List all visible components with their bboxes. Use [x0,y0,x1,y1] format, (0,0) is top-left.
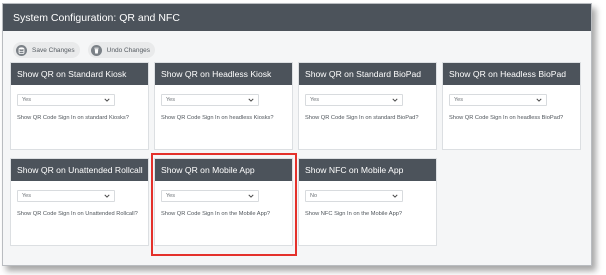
qr-headless-biopad-select[interactable]: Yes [449,94,547,106]
undo-changes-button[interactable]: Undo Changes [87,42,156,58]
qr-standard-kiosk-select[interactable]: Yes [17,94,115,106]
qr-standard-biopad-select[interactable]: Yes [305,94,403,106]
select-value: Yes [310,97,319,103]
chevron-down-icon [392,194,398,198]
chevron-down-icon [104,98,110,102]
card-qr-unattended-rollcall: Show QR on Unattended Rollcall Yes Show … [10,158,149,246]
select-value: No [310,193,318,199]
undo-changes-label: Undo Changes [106,46,151,54]
page-title-bar: System Configuration: QR and NFC [3,4,591,31]
select-value: Yes [22,193,31,199]
card-description: Show QR Code Sign In on headless Kiosks? [161,115,274,121]
card-qr-headless-kiosk: Show QR on Headless Kiosk Yes Show QR Co… [154,62,293,150]
nfc-mobile-app-select[interactable]: No [305,190,403,202]
card-qr-standard-biopad: Show QR on Standard BioPad Yes Show QR C… [298,62,437,150]
select-value: Yes [22,97,31,103]
card-title: Show QR on Unattended Rollcall [11,159,148,181]
card-description: Show NFC Sign In on the Mobile App? [305,211,403,217]
toolbar: Save Changes Undo Changes [3,37,591,63]
chevron-down-icon [392,98,398,102]
card-title: Show QR on Standard Kiosk [11,63,148,85]
card-description: Show QR Code Sign In on standard BioPad? [305,115,419,121]
card-description: Show QR Code Sign In on standard Kiosks? [17,115,129,121]
select-value: Yes [454,97,463,103]
card-title: Show QR on Headless Kiosk [155,63,292,85]
select-value: Yes [166,97,175,103]
card-title: Show QR on Standard BioPad [299,63,436,85]
page-title: System Configuration: QR and NFC [13,11,180,24]
card-qr-headless-biopad: Show QR on Headless BioPad Yes Show QR C… [442,62,581,150]
chevron-down-icon [104,194,110,198]
card-nfc-mobile-app: Show NFC on Mobile App No Show NFC Sign … [298,158,437,246]
save-changes-label: Save Changes [32,46,75,54]
save-changes-button[interactable]: Save Changes [13,42,80,58]
chevron-down-icon [248,98,254,102]
chevron-down-icon [536,98,542,102]
trash-icon [90,44,102,56]
database-icon [16,44,27,56]
card-description: Show QR Code Sign In on headless BioPad? [449,115,564,121]
qr-unattended-rollcall-select[interactable]: Yes [17,190,115,202]
card-description: Show QR Code Sign In on Unattended Rollc… [17,211,138,217]
highlight-box [151,153,297,256]
card-qr-standard-kiosk: Show QR on Standard Kiosk Yes Show QR Co… [10,62,149,150]
card-title: Show QR on Headless BioPad [443,63,580,85]
qr-headless-kiosk-select[interactable]: Yes [161,94,259,106]
card-title: Show NFC on Mobile App [299,159,436,181]
